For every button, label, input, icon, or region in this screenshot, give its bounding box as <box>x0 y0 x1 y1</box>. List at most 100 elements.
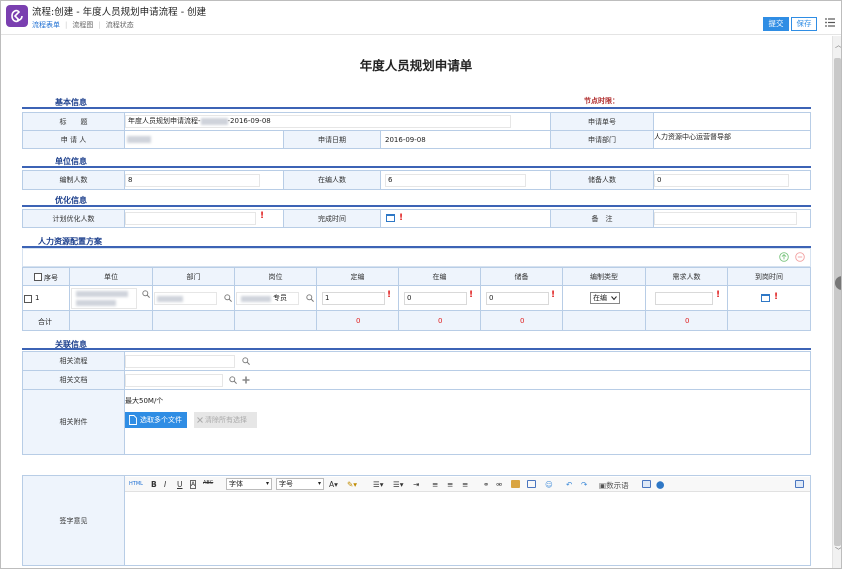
align-left-icon[interactable]: ≡ <box>432 480 438 489</box>
current-count-cell: 6 <box>380 170 551 190</box>
scroll-up-icon[interactable]: ︿ <box>835 40 841 50</box>
row-type-cell: 在编 <box>562 285 646 311</box>
font-size-select[interactable]: 字号 ▾ <box>276 478 324 490</box>
remove-row-icon[interactable] <box>795 252 805 262</box>
title-redacted <box>200 117 228 125</box>
row-unit-input[interactable] <box>71 288 137 309</box>
side-collapse-handle[interactable] <box>835 276 841 290</box>
font-color-icon[interactable]: A▾ <box>329 480 338 489</box>
title-suffix: -2016-09-08 <box>227 117 271 125</box>
tab-status[interactable]: 流程状态 <box>106 20 134 30</box>
row-checkbox[interactable] <box>24 295 32 303</box>
html-source-button[interactable]: HTML <box>129 481 143 487</box>
related-doc-input[interactable] <box>125 374 223 387</box>
location-icon[interactable]: ⬤ <box>656 480 664 489</box>
remark-input[interactable] <box>654 212 797 225</box>
row-position-cell: 专员 <box>234 285 317 311</box>
scrollbar-thumb[interactable] <box>834 58 841 546</box>
underline-button[interactable]: U <box>177 480 183 489</box>
indent-icon[interactable]: ⇥ <box>413 480 419 489</box>
clear-selection-button[interactable]: 清除所有选择 <box>194 412 257 428</box>
align-right-icon[interactable]: ≡ <box>462 480 468 489</box>
section-basic-title: 基本信息 <box>55 98 87 107</box>
current-count-input[interactable]: 6 <box>385 174 526 187</box>
col-demand: 需求人数 <box>645 267 728 286</box>
plan-count-label: 编制人数 <box>22 170 125 190</box>
ordered-list-icon[interactable]: ☰▾ <box>373 480 384 489</box>
related-doc-label: 相关文档 <box>22 370 125 390</box>
save-button[interactable]: 保存 <box>791 17 817 31</box>
redo-icon[interactable]: ↷ <box>581 480 587 489</box>
type-select[interactable]: 在编 <box>590 292 620 304</box>
plan-count-input[interactable]: 8 <box>125 174 260 187</box>
col-index: 序号 <box>22 267 70 286</box>
strikethrough-button[interactable]: ABC <box>203 480 213 486</box>
app-window: 流程:创建 - 年度人员规划申请流程 - 创建 流程表单 | 流程图 | 流程状态 提交… <box>0 0 842 569</box>
title-input[interactable]: 年度人员规划申请流程- -2016-09-08 <box>125 115 511 128</box>
finish-time-label: 完成时间 <box>283 209 381 228</box>
bold-button[interactable]: B <box>151 480 157 489</box>
fullscreen-icon[interactable] <box>795 480 804 488</box>
choose-files-button[interactable]: 选取多个文件 <box>125 412 187 428</box>
row-dept-cell <box>152 285 235 311</box>
doc-search-icon[interactable] <box>229 376 237 384</box>
related-process-input[interactable] <box>125 355 235 368</box>
border-text-button[interactable]: A <box>190 480 197 489</box>
row-reserve-input[interactable]: 0 <box>486 292 549 305</box>
tab-form[interactable]: 流程表单 <box>32 20 60 30</box>
row-fixed-input[interactable]: 1 <box>322 292 385 305</box>
col-reserve: 储备 <box>480 267 563 286</box>
required-mark: ! <box>716 290 721 300</box>
row-dept-input[interactable] <box>154 292 217 305</box>
calendar-icon[interactable] <box>761 294 770 302</box>
process-search-icon[interactable] <box>242 357 250 365</box>
related-doc-cell <box>124 370 811 390</box>
totals-row: 合计 0 0 0 0 <box>22 310 811 331</box>
col-dept: 部门 <box>152 267 235 286</box>
menu-icon[interactable] <box>825 18 835 27</box>
phrase-button[interactable]: ▣数示语 <box>599 480 629 491</box>
required-mark: ! <box>469 290 474 300</box>
row-current-input[interactable]: 0 <box>404 292 467 305</box>
dept-label: 申请部门 <box>550 130 654 149</box>
col-position: 岗位 <box>234 267 317 286</box>
current-count-label: 在编人数 <box>283 170 381 190</box>
align-center-icon[interactable]: ≡ <box>447 480 453 489</box>
row-demand-input[interactable] <box>655 292 713 305</box>
image-icon[interactable] <box>511 480 520 488</box>
col-current: 在编 <box>398 267 481 286</box>
reserve-count-input[interactable]: 0 <box>654 174 789 187</box>
applicant-label: 申 请 人 <box>22 130 125 149</box>
link-icon[interactable]: ⚭ <box>483 480 489 489</box>
add-row-icon[interactable] <box>779 252 789 262</box>
staffing-toolbar <box>22 248 811 267</box>
required-mark: ! <box>387 290 392 300</box>
col-arrival: 到岗时间 <box>727 267 811 286</box>
submit-button[interactable]: 提交 <box>763 17 789 31</box>
applicant-redacted <box>127 136 151 143</box>
emoticon-icon[interactable]: ☺ <box>545 480 553 489</box>
unlink-icon[interactable]: ⚮ <box>496 480 502 489</box>
select-all-checkbox[interactable] <box>34 273 42 281</box>
font-family-select[interactable]: 字体 ▾ <box>226 478 272 490</box>
optimize-plan-input[interactable] <box>125 212 256 225</box>
tab-flowchart[interactable]: 流程图 <box>72 20 93 30</box>
highlight-icon[interactable]: ✎▾ <box>347 480 357 489</box>
scroll-down-icon[interactable]: ﹀ <box>835 546 841 556</box>
col-type: 编制类型 <box>562 267 646 286</box>
table-icon[interactable] <box>527 480 536 488</box>
vertical-scrollbar[interactable]: ︿ ﹀ <box>832 36 841 568</box>
italic-button[interactable]: I <box>164 480 166 489</box>
unordered-list-icon[interactable]: ☰▾ <box>393 480 404 489</box>
position-search-icon[interactable] <box>306 294 314 302</box>
unit-search-icon[interactable] <box>142 290 150 298</box>
required-mark: ! <box>774 292 779 302</box>
dept-search-icon[interactable] <box>224 294 232 302</box>
undo-icon[interactable]: ↶ <box>566 480 572 489</box>
add-icon[interactable] <box>242 376 250 384</box>
attachment-limit: 最大50M/个 <box>125 397 164 405</box>
window-title: 流程:创建 - 年度人员规划申请流程 - 创建 <box>32 7 207 18</box>
screenshot-icon[interactable] <box>642 480 651 488</box>
calendar-icon[interactable] <box>386 214 395 222</box>
row-position-input[interactable]: 专员 <box>236 292 299 305</box>
